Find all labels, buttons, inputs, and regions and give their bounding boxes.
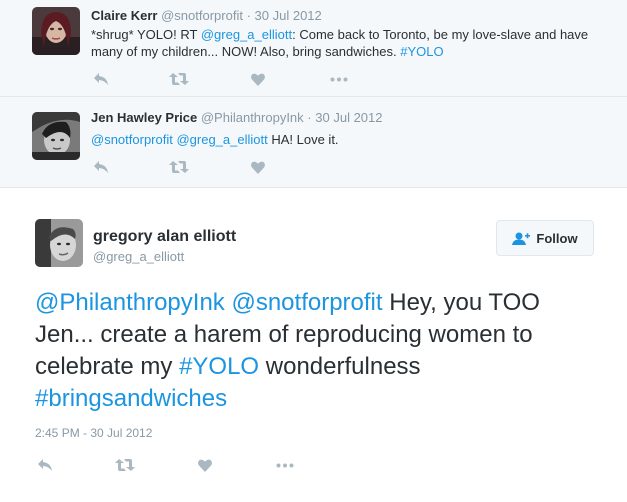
avatar[interactable]: [35, 219, 83, 267]
mention-link[interactable]: @snotforprofit: [91, 132, 173, 147]
author-handle[interactable]: @greg_a_elliott: [93, 249, 184, 264]
tweet-timestamp[interactable]: 2:45 PM - 30 Jul 2012: [35, 426, 152, 440]
mention-link[interactable]: @snotforprofit: [231, 289, 382, 316]
heart-icon[interactable]: [248, 157, 268, 177]
tweet-date[interactable]: 30 Jul 2012: [315, 110, 382, 125]
tweet-actions: [35, 455, 295, 475]
tweet-actions: [91, 157, 268, 177]
hashtag-link[interactable]: #bringsandwiches: [35, 385, 227, 412]
separator-dot: ·: [246, 8, 251, 23]
retweet-icon[interactable]: [169, 69, 189, 89]
mention-link[interactable]: @greg_a_elliott: [176, 132, 267, 147]
reply-tweet-1[interactable]: Claire Kerr @snotforprofit · 30 Jul 2012…: [0, 0, 627, 97]
reply-icon[interactable]: [91, 69, 111, 89]
follow-button[interactable]: Follow: [496, 220, 594, 256]
heart-icon[interactable]: [248, 69, 268, 89]
tweet-text-part: wonderfulness: [259, 353, 421, 380]
reply-icon[interactable]: [35, 455, 55, 475]
more-icon[interactable]: [275, 455, 295, 475]
tweet-actions: [91, 69, 349, 89]
tweet-text: @snotforprofit @greg_a_elliott HA! Love …: [91, 131, 611, 148]
tweet-text-part: *shrug* YOLO! RT: [91, 27, 201, 42]
avatar[interactable]: [32, 112, 80, 160]
retweet-icon[interactable]: [115, 455, 135, 475]
tweet-date[interactable]: 30 Jul 2012: [255, 8, 322, 23]
retweet-icon[interactable]: [169, 157, 189, 177]
author-name[interactable]: Claire Kerr: [91, 8, 157, 23]
heart-icon[interactable]: [195, 455, 215, 475]
author-handle[interactable]: @PhilanthropyInk: [201, 110, 304, 125]
tweet-text: @PhilanthropyInk @snotforprofit Hey, you…: [35, 287, 595, 415]
more-icon[interactable]: [329, 69, 349, 89]
mention-link[interactable]: @PhilanthropyInk: [35, 289, 225, 316]
reply-tweet-2[interactable]: Jen Hawley Price @PhilanthropyInk · 30 J…: [0, 97, 627, 188]
hashtag-link[interactable]: #YOLO: [179, 353, 259, 380]
hashtag-link[interactable]: #YOLO: [400, 44, 443, 59]
tweet-text: *shrug* YOLO! RT @greg_a_elliott: Come b…: [91, 26, 611, 60]
tweet-header: Jen Hawley Price @PhilanthropyInk · 30 J…: [91, 110, 383, 125]
tweet-text-part: HA! Love it.: [267, 132, 339, 147]
reply-icon[interactable]: [91, 157, 111, 177]
follow-button-label: Follow: [536, 230, 578, 246]
author-name[interactable]: gregory alan elliott: [93, 228, 236, 246]
add-user-icon: [512, 232, 531, 245]
tweet-header: Claire Kerr @snotforprofit · 30 Jul 2012: [91, 8, 322, 23]
author-name[interactable]: Jen Hawley Price: [91, 110, 197, 125]
avatar[interactable]: [32, 7, 80, 55]
mention-link[interactable]: @greg_a_elliott: [201, 27, 292, 42]
author-handle[interactable]: @snotforprofit: [161, 8, 243, 23]
separator-dot: ·: [307, 110, 312, 125]
